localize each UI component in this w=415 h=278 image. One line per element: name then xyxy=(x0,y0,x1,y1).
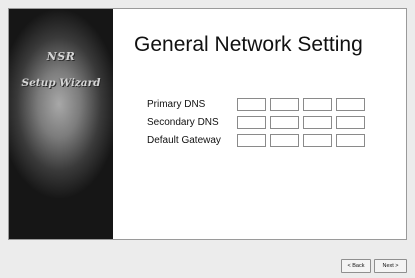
default-gateway-label: Default Gateway xyxy=(147,135,221,146)
default-gateway-octet-1[interactable] xyxy=(237,134,266,147)
secondary-dns-octet-2[interactable] xyxy=(270,116,299,129)
secondary-dns-octet-3[interactable] xyxy=(303,116,332,129)
primary-dns-label: Primary DNS xyxy=(147,99,206,110)
default-gateway-octet-2[interactable] xyxy=(270,134,299,147)
secondary-dns-row: Secondary DNS xyxy=(147,115,369,130)
default-gateway-octet-3[interactable] xyxy=(303,134,332,147)
default-gateway-octet-4[interactable] xyxy=(336,134,365,147)
primary-dns-octet-4[interactable] xyxy=(336,98,365,111)
secondary-dns-octet-1[interactable] xyxy=(237,116,266,129)
wizard-sidebar-banner: NSR Setup Wizard xyxy=(9,9,113,239)
primary-dns-octet-2[interactable] xyxy=(270,98,299,111)
secondary-dns-octet-4[interactable] xyxy=(336,116,365,129)
default-gateway-row: Default Gateway xyxy=(147,133,369,148)
primary-dns-octet-3[interactable] xyxy=(303,98,332,111)
page-title: General Network Setting xyxy=(134,33,363,56)
sidebar-product-name: NSR xyxy=(46,50,76,63)
back-button[interactable]: < Back xyxy=(341,259,371,273)
secondary-dns-label: Secondary DNS xyxy=(147,117,219,128)
next-button[interactable]: Next > xyxy=(374,259,407,273)
primary-dns-octet-1[interactable] xyxy=(237,98,266,111)
primary-dns-row: Primary DNS xyxy=(147,97,369,112)
sidebar-wizard-name: Setup Wizard xyxy=(21,77,101,89)
